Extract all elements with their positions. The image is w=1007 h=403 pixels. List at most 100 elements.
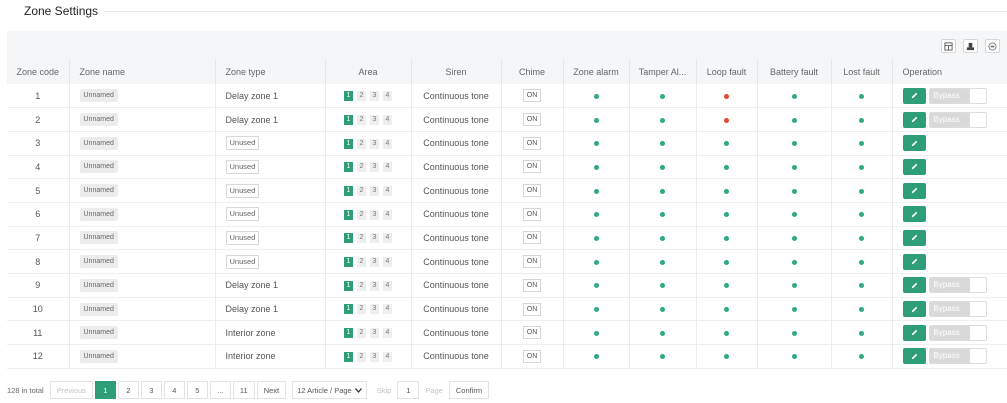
area-3-toggle[interactable]: 3: [370, 233, 379, 244]
area-4-toggle[interactable]: 4: [383, 90, 392, 101]
chime-toggle[interactable]: ON: [522, 160, 542, 174]
area-4-toggle[interactable]: 4: [383, 162, 392, 173]
edit-button[interactable]: [902, 111, 926, 128]
chime-toggle[interactable]: ON: [522, 184, 542, 198]
col-loop-fault[interactable]: Loop fault: [696, 59, 758, 84]
area-2-toggle[interactable]: 2: [357, 138, 366, 149]
columns-icon[interactable]: [941, 39, 956, 53]
bypass-toggle[interactable]: Bypass: [928, 301, 987, 318]
chime-toggle[interactable]: ON: [522, 113, 542, 127]
area-4-toggle[interactable]: 4: [383, 328, 392, 339]
col-area[interactable]: Area: [325, 59, 412, 84]
area-1-toggle[interactable]: 1: [344, 114, 353, 125]
area-3-toggle[interactable]: 3: [370, 138, 379, 149]
area-2-toggle[interactable]: 2: [357, 162, 366, 173]
edit-button[interactable]: [902, 277, 926, 294]
area-2-toggle[interactable]: 2: [357, 280, 366, 291]
chime-toggle[interactable]: ON: [522, 89, 542, 103]
area-3-toggle[interactable]: 3: [370, 351, 379, 362]
edit-button[interactable]: [902, 206, 926, 223]
area-3-toggle[interactable]: 3: [370, 304, 379, 315]
area-2-toggle[interactable]: 2: [357, 351, 366, 362]
area-2-toggle[interactable]: 2: [357, 256, 366, 267]
edit-button[interactable]: [902, 229, 926, 246]
area-1-toggle[interactable]: 1: [344, 233, 353, 244]
edit-button[interactable]: [902, 158, 926, 175]
col-battery-fault[interactable]: Battery fault: [757, 59, 832, 84]
col-operation[interactable]: Operation: [892, 59, 1007, 84]
area-3-toggle[interactable]: 3: [370, 256, 379, 267]
area-4-toggle[interactable]: 4: [383, 280, 392, 291]
area-2-toggle[interactable]: 2: [357, 209, 366, 220]
area-1-toggle[interactable]: 1: [344, 90, 353, 101]
area-4-toggle[interactable]: 4: [383, 233, 392, 244]
page-2-button[interactable]: 2: [117, 381, 139, 399]
area-4-toggle[interactable]: 4: [383, 351, 392, 362]
area-1-toggle[interactable]: 1: [344, 256, 353, 267]
chime-toggle[interactable]: ON: [522, 326, 542, 340]
area-3-toggle[interactable]: 3: [370, 185, 379, 196]
edit-button[interactable]: [902, 87, 926, 104]
print-icon[interactable]: [985, 39, 1000, 53]
edit-button[interactable]: [902, 324, 926, 341]
page-ellipsis-button[interactable]: ...: [209, 381, 231, 399]
page-3-button[interactable]: 3: [140, 381, 162, 399]
area-4-toggle[interactable]: 4: [383, 114, 392, 125]
chime-toggle[interactable]: ON: [522, 302, 542, 316]
area-1-toggle[interactable]: 1: [344, 351, 353, 362]
area-3-toggle[interactable]: 3: [370, 90, 379, 101]
col-zone-type[interactable]: Zone type: [215, 59, 326, 84]
area-3-toggle[interactable]: 3: [370, 114, 379, 125]
area-3-toggle[interactable]: 3: [370, 280, 379, 291]
col-zone-alarm[interactable]: Zone alarm: [563, 59, 630, 84]
bypass-toggle[interactable]: Bypass: [928, 348, 987, 365]
area-2-toggle[interactable]: 2: [357, 304, 366, 315]
edit-button[interactable]: [902, 301, 926, 318]
area-4-toggle[interactable]: 4: [383, 304, 392, 315]
area-2-toggle[interactable]: 2: [357, 233, 366, 244]
chime-toggle[interactable]: ON: [522, 207, 542, 221]
area-1-toggle[interactable]: 1: [344, 280, 353, 291]
area-2-toggle[interactable]: 2: [357, 90, 366, 101]
edit-button[interactable]: [902, 182, 926, 199]
chime-toggle[interactable]: ON: [522, 278, 542, 292]
next-button[interactable]: Next: [256, 381, 287, 399]
area-1-toggle[interactable]: 1: [344, 328, 353, 339]
chime-toggle[interactable]: ON: [522, 231, 542, 245]
previous-button[interactable]: Previous: [49, 381, 93, 399]
area-4-toggle[interactable]: 4: [383, 256, 392, 267]
chime-toggle[interactable]: ON: [522, 136, 542, 150]
area-1-toggle[interactable]: 1: [344, 209, 353, 220]
area-2-toggle[interactable]: 2: [357, 328, 366, 339]
col-lost-fault[interactable]: Lost fault: [831, 59, 893, 84]
area-3-toggle[interactable]: 3: [370, 162, 379, 173]
area-4-toggle[interactable]: 4: [383, 209, 392, 220]
bypass-toggle[interactable]: Bypass: [928, 324, 987, 341]
skip-page-input[interactable]: 1: [397, 381, 420, 399]
col-zone-code[interactable]: Zone code: [7, 59, 70, 84]
chime-toggle[interactable]: ON: [522, 255, 542, 269]
col-tamper-alarm[interactable]: Tamper Al...: [629, 59, 697, 84]
page-size-select[interactable]: 12 Article / Page: [292, 381, 367, 399]
area-2-toggle[interactable]: 2: [357, 185, 366, 196]
area-3-toggle[interactable]: 3: [370, 328, 379, 339]
page-5-button[interactable]: 5: [186, 381, 208, 399]
area-2-toggle[interactable]: 2: [357, 114, 366, 125]
col-zone-name[interactable]: Zone name: [69, 59, 216, 84]
edit-button[interactable]: [902, 135, 926, 152]
confirm-button[interactable]: Confirm: [448, 381, 490, 399]
bypass-toggle[interactable]: Bypass: [928, 277, 987, 294]
area-1-toggle[interactable]: 1: [344, 185, 353, 196]
area-1-toggle[interactable]: 1: [344, 138, 353, 149]
area-1-toggle[interactable]: 1: [344, 162, 353, 173]
area-1-toggle[interactable]: 1: [344, 304, 353, 315]
bypass-toggle[interactable]: Bypass: [928, 111, 987, 128]
edit-button[interactable]: [902, 348, 926, 365]
edit-button[interactable]: [902, 253, 926, 270]
col-chime[interactable]: Chime: [501, 59, 564, 84]
page-11-button[interactable]: 11: [232, 381, 255, 399]
page-4-button[interactable]: 4: [163, 381, 185, 399]
area-3-toggle[interactable]: 3: [370, 209, 379, 220]
bypass-toggle[interactable]: Bypass: [928, 87, 987, 104]
page-1-button[interactable]: 1: [94, 381, 116, 399]
